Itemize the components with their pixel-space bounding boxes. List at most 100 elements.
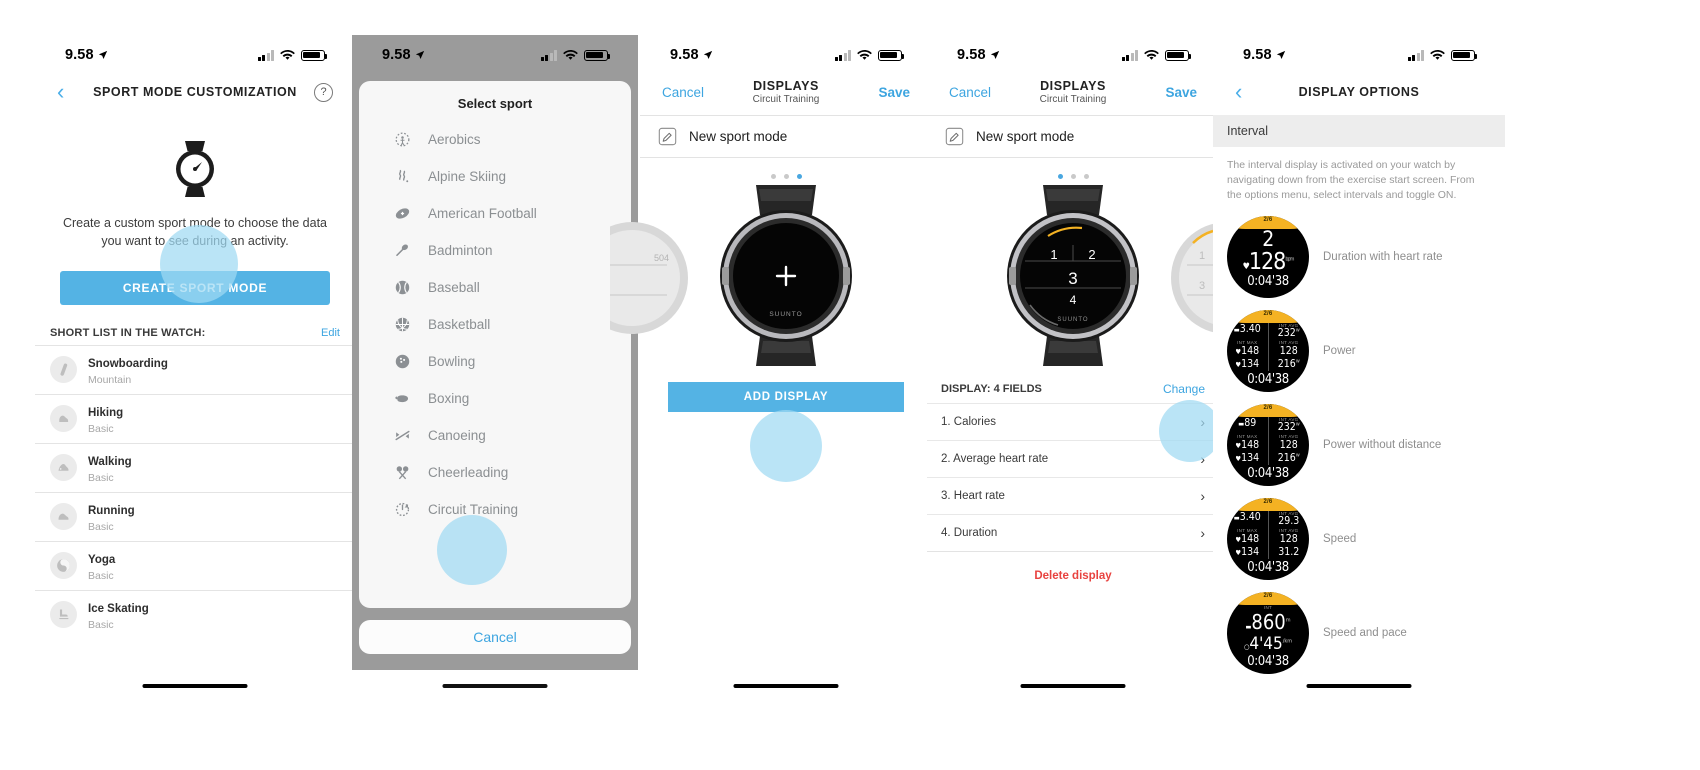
cancel-button[interactable]: Cancel xyxy=(662,85,704,100)
display-field-row[interactable]: 3. Heart rate › xyxy=(927,477,1219,514)
home-indicator xyxy=(142,684,248,688)
display-option-row[interactable]: 2/6 2 ♥128bpm 0:04'38 Duration with hear… xyxy=(1213,210,1505,304)
canoeing-icon xyxy=(395,430,410,441)
status-bar: 9.58 xyxy=(640,35,932,69)
yin-yang-icon xyxy=(57,559,70,572)
sport-subtitle: Basic xyxy=(88,618,114,631)
sport-option-item[interactable]: Boxing xyxy=(359,380,631,417)
watch-hero-icon xyxy=(163,137,227,201)
sport-option-item[interactable]: Badminton xyxy=(359,232,631,269)
selected-option-row[interactable]: Interval xyxy=(1213,115,1505,147)
sport-option-icon xyxy=(393,204,412,223)
sport-text: Snowboarding Mountain xyxy=(88,354,168,386)
watch-preview-current[interactable]: 1 2 3 4 SUUNTO xyxy=(988,183,1158,368)
sport-subtitle: Basic xyxy=(88,471,114,484)
cancel-button[interactable]: Cancel xyxy=(949,85,991,100)
sport-list-item[interactable]: Hiking Basic xyxy=(35,393,355,443)
face-cell-right: 216w xyxy=(1277,452,1300,465)
cellular-signal-icon xyxy=(834,49,851,61)
boxing-glove-icon xyxy=(395,395,409,403)
battery-icon xyxy=(301,49,328,61)
sport-list-item[interactable]: Walking Basic xyxy=(35,442,355,492)
svg-text:3: 3 xyxy=(1068,269,1077,288)
face-grid-row: INT MAX ♥148 INT AVG 128 xyxy=(1227,340,1309,359)
panel-displays-new: 9.58 Cancel DISPLAYS Circuit Training Sa… xyxy=(610,35,932,688)
location-arrow-icon xyxy=(990,50,999,59)
save-button[interactable]: Save xyxy=(1165,85,1197,100)
sport-option-item[interactable]: Circuit Training xyxy=(359,491,631,528)
sport-option-label: Alpine Skiing xyxy=(428,169,507,184)
ice-skate-icon xyxy=(59,609,69,620)
status-time-text: 9.58 xyxy=(957,47,986,63)
face-cell-left: ▬89 xyxy=(1238,416,1257,429)
display-field-row[interactable]: 2. Average heart rate › xyxy=(927,440,1219,477)
wifi-icon xyxy=(280,49,295,60)
status-bar-time: 9.58 xyxy=(1243,47,1286,63)
display-option-row[interactable]: 2/6 ▬3.40 INT AVG 232w INT MAX ♥148 INT … xyxy=(1213,304,1505,398)
svg-text:3: 3 xyxy=(1199,280,1205,292)
display-option-list: 2/6 2 ♥128bpm 0:04'38 Duration with hear… xyxy=(1213,204,1505,680)
mode-name-row[interactable]: New sport mode xyxy=(927,116,1219,157)
change-button[interactable]: Change xyxy=(1163,382,1205,396)
sport-option-item[interactable]: Aerobics xyxy=(359,121,631,158)
face-cell-left: ▬3.40 xyxy=(1233,322,1261,335)
face-grid-row: ▬3.40 INT AVG 232w xyxy=(1227,322,1309,341)
sport-option-item[interactable]: Alpine Skiing xyxy=(359,158,631,195)
sport-option-label: Circuit Training xyxy=(428,502,519,517)
sport-option-item[interactable]: Cheerleading xyxy=(359,454,631,491)
mode-name-row[interactable]: New sport mode xyxy=(640,116,932,157)
sport-option-item[interactable]: Basketball xyxy=(359,306,631,343)
display-option-row[interactable]: 2/6 INT ▬860m ○4'45/km 0:04'38 Speed and… xyxy=(1213,586,1505,680)
sport-list-item[interactable]: Running Basic xyxy=(35,491,355,541)
status-bar-time: 9.58 xyxy=(957,47,1000,63)
watch-face-preview[interactable]: 2/6 INT ▬860m ○4'45/km 0:04'38 xyxy=(1227,591,1309,674)
sport-list-item[interactable]: Yoga Basic xyxy=(35,540,355,590)
display-option-row[interactable]: 2/6 ▬89 INT AVG 232w INT MAX ♥148 INT AV… xyxy=(1213,398,1505,492)
face-cell-right: INT AVG 128 xyxy=(1279,434,1299,452)
sport-option-item[interactable]: American Football xyxy=(359,195,631,232)
cellular-signal-icon xyxy=(540,49,557,61)
sport-option-item[interactable]: Canoeing xyxy=(359,417,631,454)
sport-list-item[interactable]: Ice Skating Basic xyxy=(35,589,355,639)
create-sport-mode-button[interactable]: CREATE SPORT MODE xyxy=(60,270,330,305)
sport-list-item[interactable]: Snowboarding Mountain xyxy=(35,344,355,394)
back-button[interactable]: ‹ xyxy=(57,81,64,103)
panel-display-options: 9.58 ‹ DISPLAY OPTIONS Interval The inte… xyxy=(1213,35,1505,688)
display-field-row[interactable]: 1. Calories › xyxy=(927,403,1219,440)
sport-avatar xyxy=(50,454,77,481)
face-body: ▬3.40 INT AVG 232w INT MAX ♥148 INT AVG … xyxy=(1227,322,1309,392)
sport-option-label: Canoeing xyxy=(428,428,486,443)
watch-preview-current[interactable]: SUUNTO xyxy=(701,183,871,368)
battery-icon xyxy=(584,49,611,61)
help-button[interactable]: ? xyxy=(314,82,333,102)
bowling-icon xyxy=(395,354,410,369)
sport-option-item[interactable]: Baseball xyxy=(359,269,631,306)
face-time-value: 0:04'38 xyxy=(1247,273,1289,289)
sport-option-icon xyxy=(393,167,412,186)
display-option-row[interactable]: 2/6 ▬3.40 INT AVG 29.3 INT MAX ♥148 INT … xyxy=(1213,492,1505,586)
delete-display-button[interactable]: Delete display xyxy=(927,552,1219,582)
sport-text: Hiking Basic xyxy=(88,403,123,435)
face-pace-secondary: ○4'45/km xyxy=(1243,633,1293,654)
face-pace-primary: INT ▬860m xyxy=(1245,604,1291,634)
display-field-row[interactable]: 4. Duration › xyxy=(927,514,1219,551)
face-big-value: 2 xyxy=(1262,226,1274,251)
watch-face-preview[interactable]: 2/6 ▬3.40 INT AVG 29.3 INT MAX ♥148 INT … xyxy=(1227,497,1309,580)
sport-option-item[interactable]: Bowling xyxy=(359,343,631,380)
watch-face-preview[interactable]: 2/6 ▬89 INT AVG 232w INT MAX ♥148 INT AV… xyxy=(1227,403,1309,486)
display-option-label: Power xyxy=(1323,344,1356,357)
face-cell-left: ♥134 xyxy=(1235,452,1260,465)
status-time-text: 9.58 xyxy=(1243,47,1272,63)
edit-button[interactable]: Edit xyxy=(321,327,340,339)
watch-preview-previous[interactable]: 504 xyxy=(610,203,690,353)
add-display-button[interactable]: ADD DISPLAY xyxy=(668,382,904,412)
face-cell-right: INT AVG 232w xyxy=(1277,322,1300,340)
cancel-button[interactable]: Cancel xyxy=(359,620,631,654)
sport-text: Walking Basic xyxy=(88,452,132,484)
watch-face-preview[interactable]: 2/6 ▬3.40 INT AVG 232w INT MAX ♥148 INT … xyxy=(1227,309,1309,392)
cellular-signal-icon xyxy=(1121,49,1138,61)
face-cell-right: INT AVG 232w xyxy=(1277,416,1300,434)
save-button[interactable]: Save xyxy=(878,85,910,100)
watch-face-preview[interactable]: 2/6 2 ♥128bpm 0:04'38 xyxy=(1227,215,1309,298)
back-button[interactable]: ‹ xyxy=(1235,81,1242,103)
